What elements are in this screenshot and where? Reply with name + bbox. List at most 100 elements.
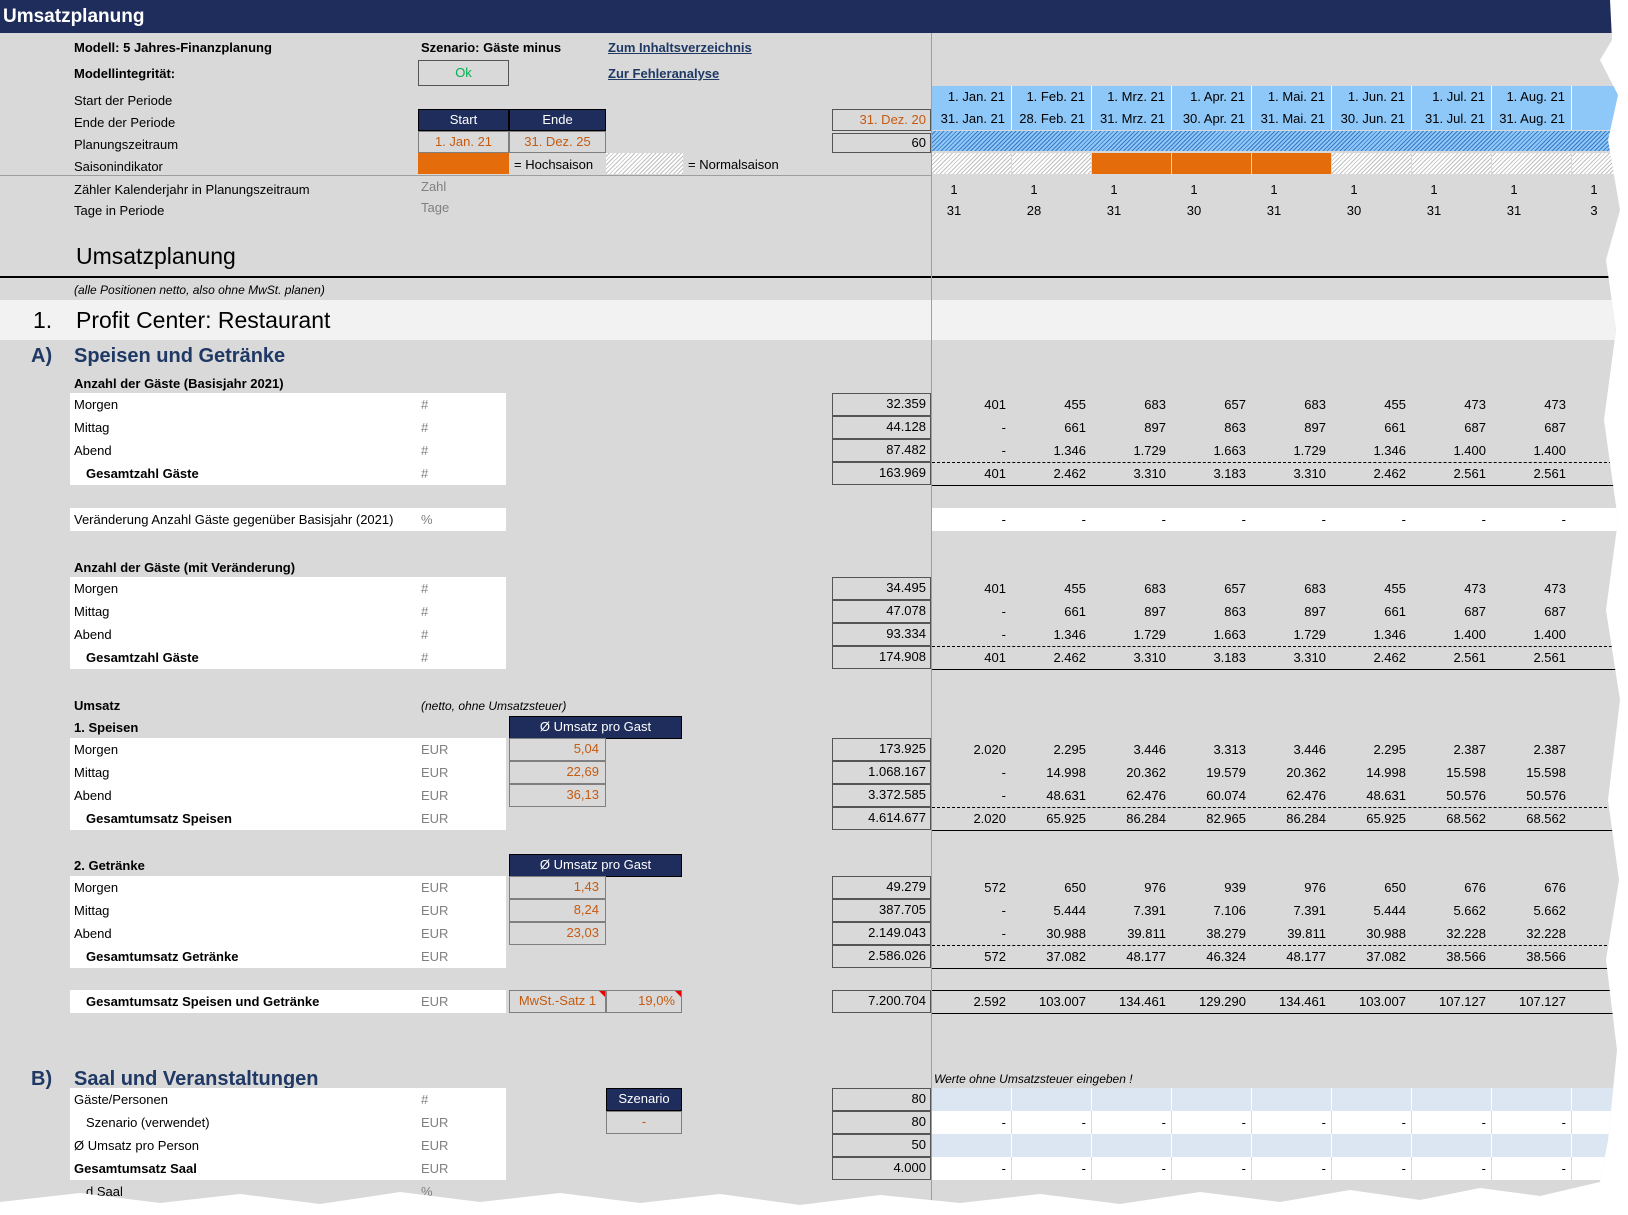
zaehler-cell: 1 — [1270, 182, 1278, 197]
period-end-cell: 31. Mai. 21 — [1252, 108, 1332, 130]
avg-per-guest-input[interactable]: 1,43 — [509, 876, 606, 899]
saal-input-cell[interactable] — [1332, 1088, 1412, 1111]
row-total: 34.495 — [832, 577, 931, 600]
avg-per-guest-input[interactable]: 36,13 — [509, 784, 606, 807]
saal-row-unit: % — [421, 1184, 433, 1199]
saal-input-cell[interactable] — [932, 1088, 1012, 1111]
row-value: 3.310 — [1293, 650, 1326, 665]
avg-per-guest-input[interactable]: 23,03 — [509, 922, 606, 945]
saal-input-cell[interactable] — [1492, 1088, 1572, 1111]
saal-input-cell[interactable] — [1412, 1088, 1492, 1111]
total-underline — [932, 830, 1620, 831]
mwst-rate-input[interactable]: 19,0% — [606, 990, 682, 1013]
saal-input-cell[interactable] — [1172, 1134, 1252, 1157]
saal-input-cell[interactable] — [1252, 1134, 1332, 1157]
saal-input-cell[interactable] — [1012, 1134, 1092, 1157]
row-value: 82.965 — [1206, 811, 1246, 826]
saal-input-cell[interactable] — [1412, 1134, 1492, 1157]
season-cell — [1332, 153, 1412, 174]
saal-input-cell[interactable] — [1332, 1134, 1412, 1157]
avg-per-guest-input[interactable]: 5,04 — [509, 738, 606, 761]
row-total: 2.149.043 — [832, 922, 931, 945]
veraenderung-value[interactable]: - — [1092, 512, 1166, 527]
hochsaison-swatch — [418, 153, 509, 174]
row-value: 1.400 — [1533, 443, 1566, 458]
subtotal-dashed-line — [932, 462, 1620, 463]
ende-periode-label: Ende der Periode — [74, 115, 176, 130]
saal-row-value: - — [1401, 1115, 1406, 1130]
veraenderung-value[interactable]: - — [1412, 512, 1486, 527]
row-unit: # — [421, 443, 429, 458]
veraenderung-value[interactable]: - — [1172, 512, 1246, 527]
row-label-bg — [70, 416, 506, 439]
total-topline — [932, 990, 1620, 991]
row-total: 32.359 — [832, 393, 931, 416]
veraenderung-value[interactable]: - — [1252, 512, 1326, 527]
veraenderung-value[interactable]: - — [1332, 512, 1406, 527]
row-value: 3.310 — [1133, 466, 1166, 481]
title-bar — [0, 0, 1620, 33]
row-value: 86.284 — [1286, 811, 1326, 826]
avg-per-guest-input[interactable]: 8,24 — [509, 899, 606, 922]
saal-input-cell[interactable] — [1092, 1134, 1172, 1157]
row-value: 19.579 — [1206, 765, 1246, 780]
row-value: 48.631 — [1046, 788, 1086, 803]
veraenderung-value[interactable]: - — [1012, 512, 1086, 527]
period-start-cell: 1. Jun. 21 — [1332, 86, 1412, 108]
saal-input-cell[interactable] — [1492, 1134, 1572, 1157]
row-value: 37.082 — [1366, 949, 1406, 964]
zaehler-cell: 1 — [950, 182, 958, 197]
row-value: 32.228 — [1526, 926, 1566, 941]
modell-label: Modell: 5 Jahres-Finanzplanung — [74, 40, 272, 55]
subtotal-dashed-line — [932, 646, 1620, 647]
saal-input-cell[interactable] — [1012, 1088, 1092, 1111]
row-value: 473 — [1464, 397, 1486, 412]
fehleranalyse-link[interactable]: Zur Fehleranalyse — [608, 66, 719, 81]
avg-per-guest-input[interactable]: 22,69 — [509, 761, 606, 784]
section-divider — [0, 276, 1620, 278]
row-value: 1.663 — [1213, 627, 1246, 642]
row-value: - — [1001, 903, 1006, 918]
row-value: 455 — [1064, 397, 1086, 412]
saal-input-cell[interactable] — [1252, 1088, 1332, 1111]
season-cell — [1572, 153, 1620, 174]
cell-divider — [1571, 1111, 1572, 1134]
row-value: 14.998 — [1046, 765, 1086, 780]
veraenderung-value[interactable]: - — [1492, 512, 1566, 527]
period-end-cell: 31. Jul. 21 — [1412, 108, 1492, 130]
row-value: 38.279 — [1206, 926, 1246, 941]
row-value: 657 — [1224, 397, 1246, 412]
row-value: 897 — [1304, 420, 1326, 435]
inhaltsverzeichnis-link[interactable]: Zum Inhaltsverzeichnis — [608, 40, 752, 55]
planungszeitraum-label: Planungszeitraum — [74, 137, 179, 152]
saal-input-cell[interactable] — [1172, 1088, 1252, 1111]
period-start-cell: 1. Mrz. 21 — [1092, 86, 1172, 108]
period-start-cell: 1. Apr. 21 — [1172, 86, 1252, 108]
start-header: Start — [418, 109, 509, 131]
row-value: 60.074 — [1206, 788, 1246, 803]
saal-input-cell[interactable] — [1572, 1134, 1620, 1157]
getraenke-avg-header: Ø Umsatz pro Gast — [509, 854, 682, 877]
mwst-label-cell: MwSt.-Satz 1 — [509, 990, 606, 1013]
tage-cell: 3 — [1590, 203, 1598, 218]
row-value: 897 — [1304, 604, 1326, 619]
end-date-input[interactable]: 31. Dez. 25 — [509, 131, 606, 153]
row-value: 572 — [984, 880, 1006, 895]
section-title: Umsatzplanung — [76, 243, 236, 269]
saal-input-cell[interactable] — [1092, 1088, 1172, 1111]
row-value: 7.106 — [1213, 903, 1246, 918]
row-value: 683 — [1304, 581, 1326, 596]
saal-input-cell[interactable] — [1572, 1088, 1620, 1111]
row-unit: # — [421, 420, 429, 435]
row-label-bg — [70, 600, 506, 623]
row-unit: # — [421, 627, 429, 642]
saal-input-cell[interactable] — [932, 1134, 1012, 1157]
row-value: 2.462 — [1373, 466, 1406, 481]
section-b-letter: B) — [31, 1068, 53, 1090]
row-value: 37.082 — [1046, 949, 1086, 964]
row-value: 50.576 — [1446, 788, 1486, 803]
veraenderung-value[interactable]: - — [932, 512, 1006, 527]
start-date-input[interactable]: 1. Jan. 21 — [418, 131, 509, 153]
row-unit: # — [421, 650, 429, 665]
total-underline — [932, 669, 1620, 670]
